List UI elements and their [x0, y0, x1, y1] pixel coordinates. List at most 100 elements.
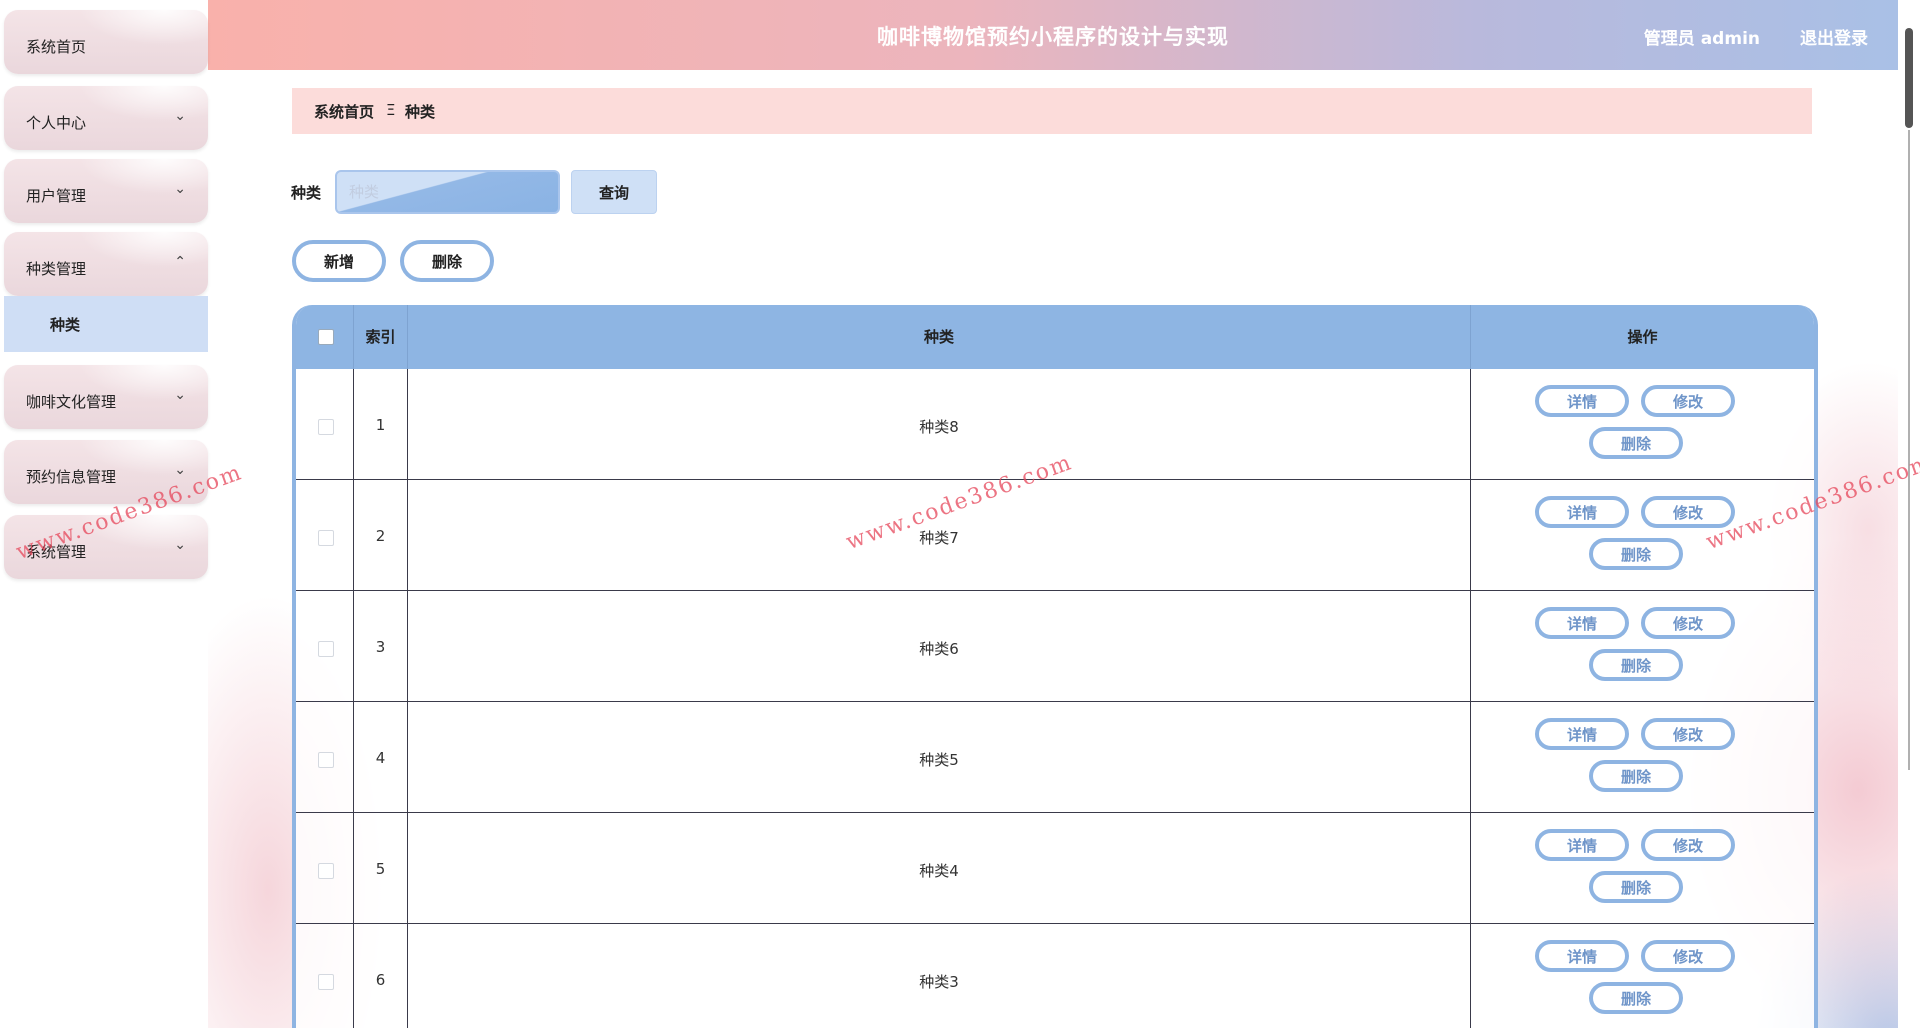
- row-type: 种类8: [919, 418, 959, 436]
- page-scrollbar[interactable]: [1898, 0, 1920, 1028]
- sidebar-item-label: 咖啡文化管理: [26, 393, 117, 411]
- table-row: 4 种类5 详情 修改 删除: [296, 702, 1814, 813]
- row-select-cell: [296, 369, 354, 480]
- current-user-label: 管理员 admin: [1643, 29, 1760, 49]
- column-header-ops: 操作: [1627, 328, 1658, 346]
- breadcrumb-home-link[interactable]: 系统首页: [314, 101, 374, 122]
- chevron-down-icon: ⌄: [174, 387, 186, 403]
- row-ops-cell: 详情 修改 删除: [1471, 813, 1814, 924]
- row-select-cell: [296, 924, 354, 1028]
- table-row: 1 种类8 详情 修改 删除: [296, 369, 1814, 480]
- row-select-cell: [296, 591, 354, 702]
- row-type-cell: 种类3: [408, 924, 1471, 1028]
- chevron-down-icon: ⌄: [174, 537, 186, 553]
- row-type: 种类7: [919, 529, 959, 547]
- detail-button[interactable]: 详情: [1535, 607, 1629, 639]
- search-input[interactable]: [335, 170, 560, 214]
- row-index: 4: [375, 749, 386, 767]
- delete-button[interactable]: 删除: [1589, 982, 1683, 1014]
- edit-button[interactable]: 修改: [1641, 940, 1735, 972]
- sidebar-item-profile[interactable]: 个人中心 ⌄: [4, 86, 208, 150]
- sidebar-item-system[interactable]: 系统管理 ⌄: [4, 515, 208, 579]
- table-header: 索引 种类 操作: [296, 305, 1814, 369]
- batch-delete-button[interactable]: 删除: [400, 240, 494, 282]
- row-index: 6: [375, 971, 386, 989]
- row-checkbox[interactable]: [318, 419, 334, 435]
- sidebar-subitem-label: 种类: [50, 316, 81, 334]
- sidebar-subitem-types[interactable]: 种类: [4, 296, 208, 352]
- chevron-down-icon: ⌄: [174, 462, 186, 478]
- row-select-cell: [296, 702, 354, 813]
- row-index-cell: 6: [354, 924, 408, 1028]
- edit-button[interactable]: 修改: [1641, 385, 1735, 417]
- row-checkbox[interactable]: [318, 641, 334, 657]
- row-checkbox[interactable]: [318, 752, 334, 768]
- row-type-cell: 种类5: [408, 702, 1471, 813]
- delete-button[interactable]: 删除: [1589, 760, 1683, 792]
- edit-button[interactable]: 修改: [1641, 718, 1735, 750]
- sidebar-item-users[interactable]: 用户管理 ⌄: [4, 159, 208, 223]
- row-type-cell: 种类6: [408, 591, 1471, 702]
- table-row: 5 种类4 详情 修改 删除: [296, 813, 1814, 924]
- sidebar-item-reservations[interactable]: 预约信息管理 ⌄: [4, 440, 208, 504]
- sidebar-item-types[interactable]: 种类管理 ⌃: [4, 232, 208, 296]
- edit-button[interactable]: 修改: [1641, 607, 1735, 639]
- chevron-down-icon: ⌄: [174, 108, 186, 124]
- detail-button[interactable]: 详情: [1535, 385, 1629, 417]
- delete-button[interactable]: 删除: [1589, 871, 1683, 903]
- table-row: 3 种类6 详情 修改 删除: [296, 591, 1814, 702]
- sidebar-item-coffee-culture[interactable]: 咖啡文化管理 ⌄: [4, 365, 208, 429]
- row-type-cell: 种类8: [408, 369, 1471, 480]
- row-type: 种类3: [919, 973, 959, 991]
- row-type: 种类6: [919, 640, 959, 658]
- detail-button[interactable]: 详情: [1535, 718, 1629, 750]
- row-index: 2: [375, 527, 386, 545]
- row-index-cell: 1: [354, 369, 408, 480]
- sidebar: 系统首页 个人中心 ⌄ 用户管理 ⌄ 种类管理 ⌃ 种类 咖啡文化管理 ⌄ 预约…: [0, 0, 208, 1028]
- row-checkbox[interactable]: [318, 863, 334, 879]
- logout-link[interactable]: 退出登录: [1800, 24, 1868, 49]
- row-type: 种类4: [919, 862, 959, 880]
- top-header: 咖啡博物馆预约小程序的设计与实现 管理员 admin 退出登录: [208, 0, 1898, 70]
- sidebar-item-label: 个人中心: [26, 114, 87, 132]
- sidebar-item-home[interactable]: 系统首页: [4, 10, 208, 74]
- chevron-down-icon: ⌄: [174, 181, 186, 197]
- delete-button[interactable]: 删除: [1589, 427, 1683, 459]
- row-index-cell: 2: [354, 480, 408, 591]
- edit-button[interactable]: 修改: [1641, 829, 1735, 861]
- select-all-cell: [296, 305, 354, 369]
- row-index: 3: [375, 638, 386, 656]
- delete-button[interactable]: 删除: [1589, 538, 1683, 570]
- scrollbar-track: [1908, 130, 1910, 770]
- row-checkbox[interactable]: [318, 530, 334, 546]
- edit-button[interactable]: 修改: [1641, 496, 1735, 528]
- select-all-checkbox[interactable]: [318, 329, 334, 345]
- row-index-cell: 5: [354, 813, 408, 924]
- row-checkbox[interactable]: [318, 974, 334, 990]
- detail-button[interactable]: 详情: [1535, 496, 1629, 528]
- sidebar-item-label: 用户管理: [26, 187, 87, 205]
- sidebar-item-label: 系统管理: [26, 543, 87, 561]
- row-ops-cell: 详情 修改 删除: [1471, 702, 1814, 813]
- row-select-cell: [296, 813, 354, 924]
- delete-button[interactable]: 删除: [1589, 649, 1683, 681]
- detail-button[interactable]: 详情: [1535, 940, 1629, 972]
- row-index: 5: [375, 860, 386, 878]
- row-index-cell: 4: [354, 702, 408, 813]
- detail-button[interactable]: 详情: [1535, 829, 1629, 861]
- row-type-cell: 种类7: [408, 480, 1471, 591]
- row-ops-cell: 详情 修改 删除: [1471, 369, 1814, 480]
- chevron-up-icon: ⌃: [174, 254, 186, 270]
- row-ops-cell: 详情 修改 删除: [1471, 924, 1814, 1028]
- breadcrumb-separator-icon: Ξ: [386, 101, 396, 119]
- types-table: 索引 种类 操作 1 种类8 详情 修改 删除 2 种类7 详情 修改 删除 3…: [292, 305, 1818, 1028]
- row-ops-cell: 详情 修改 删除: [1471, 591, 1814, 702]
- row-select-cell: [296, 480, 354, 591]
- table-row: 2 种类7 详情 修改 删除: [296, 480, 1814, 591]
- search-label: 种类: [291, 184, 322, 202]
- scrollbar-thumb[interactable]: [1905, 28, 1913, 128]
- search-button[interactable]: 查询: [571, 170, 657, 214]
- row-ops-cell: 详情 修改 删除: [1471, 480, 1814, 591]
- add-button[interactable]: 新增: [292, 240, 386, 282]
- sidebar-item-label: 种类管理: [26, 260, 87, 278]
